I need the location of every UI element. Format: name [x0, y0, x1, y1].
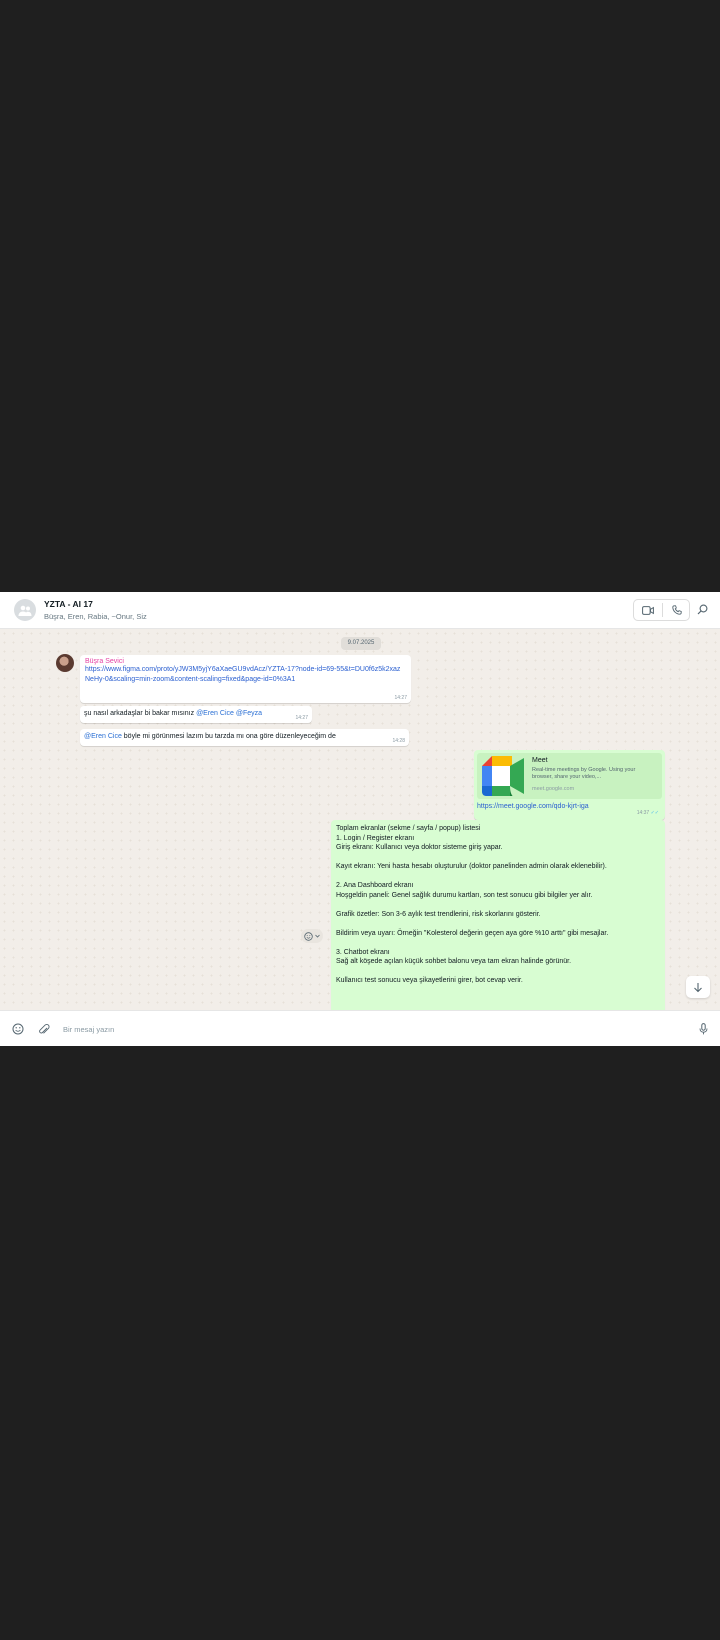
voice-call-icon — [672, 605, 682, 615]
date-chip: 9.07.2025 — [341, 637, 381, 650]
scroll-down-button[interactable] — [686, 976, 710, 998]
incoming-message[interactable]: @Eren Cice böyle mi görünmesi lazım bu t… — [80, 729, 409, 746]
sender-name[interactable]: Büşra Sevici — [85, 658, 403, 665]
message-text: Toplam ekranlar (sekme / sayfa / popup) … — [336, 825, 609, 984]
message-text-body: böyle mi görünmesi lazım bu tarzda mı on… — [121, 733, 336, 740]
call-button-group — [633, 599, 690, 621]
chevron-down-icon — [315, 934, 320, 938]
message-text: şu nasıl arkadaşlar bi bakar mısınız @Er… — [84, 709, 262, 719]
message-time: 14:27 — [394, 695, 407, 701]
time-text: 14:37 — [636, 810, 650, 816]
video-call-button[interactable] — [634, 600, 662, 620]
message-time: 14:28 — [392, 738, 405, 744]
message-link[interactable]: https://meet.google.com/qdo-kjrt-iga — [477, 803, 589, 810]
link-preview-description: Real-time meetings by Google. Using your… — [532, 767, 636, 780]
message-time: 14:27 — [295, 715, 308, 721]
emoji-icon — [12, 1023, 24, 1035]
read-receipt-icon: ✓✓ — [650, 810, 659, 816]
link-preview-domain: meet.google.com — [532, 786, 575, 792]
message-text: @Eren Cice böyle mi görünmesi lazım bu t… — [84, 732, 336, 742]
attach-button[interactable] — [38, 1022, 50, 1040]
message-text-body: şu nasıl arkadaşlar bi bakar mısınız — [84, 710, 197, 717]
link-preview-card[interactable]: Meet Real-time meetings by Google. Using… — [477, 753, 662, 799]
chat-header: YZTA - AI 17 Büşra, Eren, Rabia, ~Onur, … — [0, 592, 720, 629]
emoji-icon — [304, 931, 313, 941]
voice-call-button[interactable] — [663, 600, 691, 620]
link-preview-title: Meet — [532, 757, 548, 764]
mic-icon — [699, 1023, 708, 1035]
chat-title[interactable]: YZTA - AI 17 — [44, 599, 93, 609]
reaction-button[interactable] — [301, 929, 323, 943]
mention-link[interactable]: @Eren Cice @Feyza — [196, 710, 262, 717]
message-link[interactable]: https://www.figma.com/proto/yJW3M5yjY6aX… — [85, 665, 403, 684]
incoming-message[interactable]: şu nasıl arkadaşlar bi bakar mısınız @Er… — [80, 706, 312, 723]
outgoing-message[interactable]: Toplam ekranlar (sekme / sayfa / popup) … — [331, 820, 665, 1010]
arrow-down-icon — [694, 982, 702, 992]
incoming-message[interactable]: Büşra Sevici https://www.figma.com/proto… — [80, 655, 411, 703]
group-avatar-icon[interactable] — [14, 599, 36, 621]
search-icon — [697, 604, 708, 615]
google-meet-logo-icon — [480, 756, 526, 796]
mention-link[interactable]: @Eren Cice — [84, 733, 122, 740]
message-input[interactable] — [63, 1022, 663, 1036]
search-button[interactable] — [697, 602, 708, 620]
outgoing-link-message[interactable]: Meet Real-time meetings by Google. Using… — [474, 750, 665, 820]
attach-icon — [39, 1023, 50, 1034]
emoji-button[interactable] — [12, 1022, 24, 1040]
sender-avatar[interactable] — [56, 654, 74, 672]
video-call-icon — [642, 605, 654, 615]
voice-message-button[interactable] — [699, 1022, 708, 1040]
chat-members: Büşra, Eren, Rabia, ~Onur, Siz — [44, 612, 147, 621]
chat-window: YZTA - AI 17 Büşra, Eren, Rabia, ~Onur, … — [0, 592, 720, 1046]
message-composer — [0, 1010, 720, 1046]
message-time: 14:37 ✓✓ — [637, 810, 659, 816]
message-list[interactable]: 9.07.2025 Büşra Sevici https://www.figma… — [0, 629, 720, 1010]
